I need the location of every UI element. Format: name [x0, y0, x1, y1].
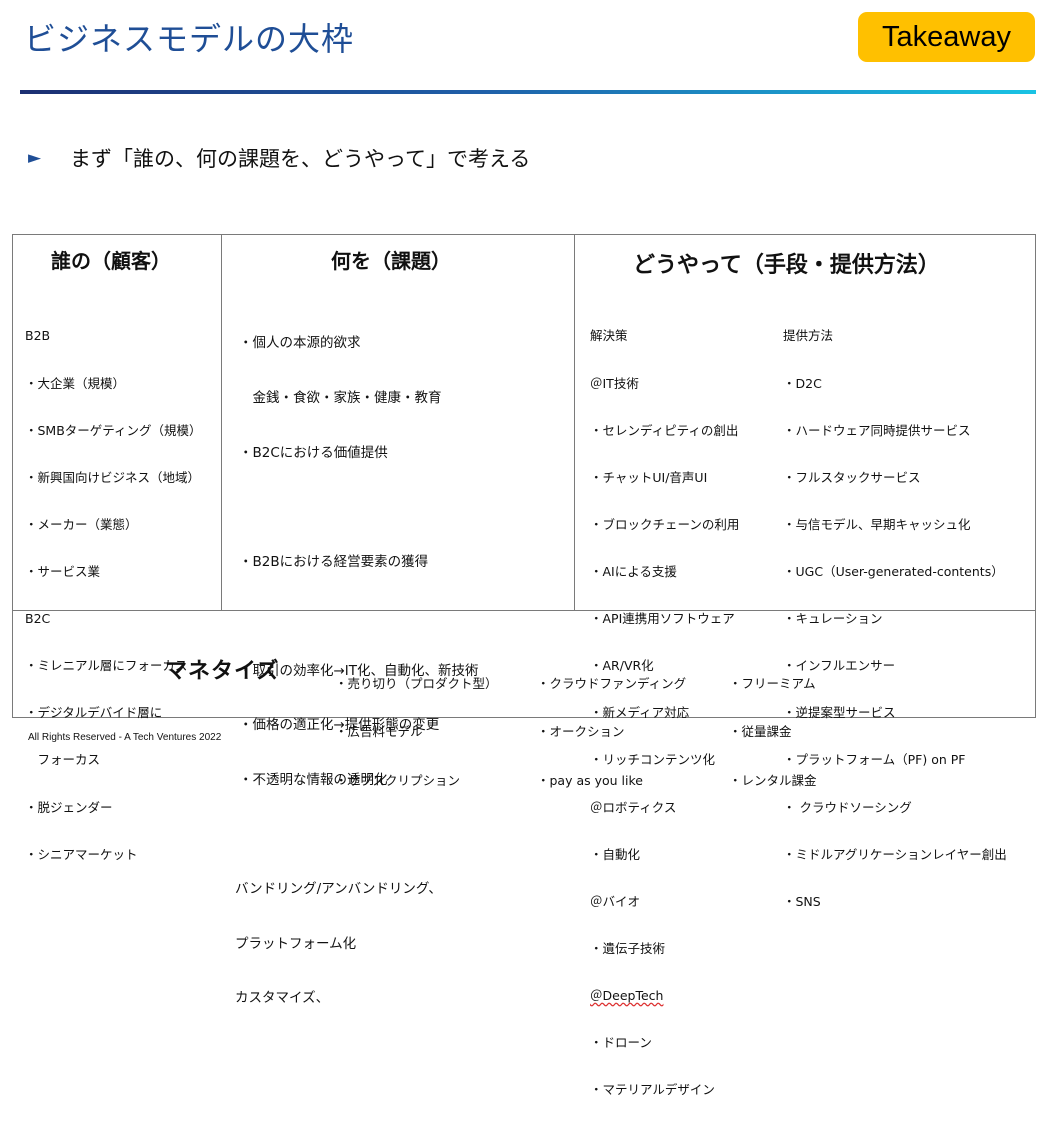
title-divider [20, 90, 1036, 94]
list-item: ・広告料モデル [335, 724, 423, 740]
list-item: カスタマイズ、 [235, 990, 330, 1007]
list-item: 金銭・食欲・家族・健康・教育 [239, 390, 442, 407]
list-item: ・遺伝子技術 [590, 940, 666, 956]
list-item: ・SNS [783, 893, 821, 909]
list-item: ・自動化 [590, 846, 641, 862]
list-item: ・個人の本源的欲求 [239, 335, 361, 352]
how-header: どうやって（手段・提供方法） [633, 253, 940, 278]
list-item: ・与信モデル、早期キャッシュ化 [783, 516, 971, 532]
list-item: ・脱ジェンダー [25, 799, 113, 815]
list-item: ・B2Cにおける価値提供 [239, 444, 388, 461]
list-item: ・UGC（User-generated-contents） [783, 563, 1004, 579]
list-item: B2C [25, 611, 51, 627]
list-item: ・レンタル課金 [729, 773, 817, 789]
monetize-list-1: ・売り切り（プロダクト型） ・広告料モデル ・サブスクリプション [335, 643, 498, 822]
list-item: ・キュレーション [783, 611, 883, 627]
list-item: ＠バイオ [590, 893, 641, 909]
list-item: ・メーカー（業態） [25, 516, 138, 532]
who-list: B2B ・大企業（規模） ・SMBターゲティング（規模） ・新興国向けビジネス（… [25, 297, 202, 894]
who-header: 誰の（顧客） [51, 249, 171, 273]
column-divider-2 [574, 235, 575, 610]
list-item: ・D2C [783, 375, 822, 391]
list-item: ・デジタルデバイド層に [25, 705, 163, 721]
list-item: ・大企業（規模） [25, 375, 126, 391]
monetize-list-3: ・フリーミアム ・従量課金 ・レンタル課金 [729, 643, 817, 822]
methods-list: 提供方法 ・D2C ・ハードウェア同時提供サービス ・フルスタックサービス ・与… [783, 297, 1007, 941]
list-item: ・シニアマーケット [25, 846, 138, 862]
list-item: ・B2Bにおける経営要素の獲得 [239, 553, 429, 570]
list-item: 提供方法 [783, 328, 834, 344]
list-item: ・サービス業 [25, 563, 101, 579]
list-item: ・新興国向けビジネス（地域） [25, 469, 201, 485]
list-item: ・ブロックチェーンの利用 [590, 516, 740, 532]
list-item: ・売り切り（プロダクト型） [335, 675, 498, 691]
what-header: 何を（課題） [331, 249, 451, 273]
list-item: プラットフォーム化 [235, 935, 357, 952]
list-item: ・プラットフォーム（PF) on PF [783, 752, 966, 768]
monetize-header: マネタイズ [165, 659, 280, 684]
list-item: ・SMBターゲティング（規模） [25, 422, 202, 438]
deeptech-label: ＠DeepTech [590, 987, 664, 1003]
list-item: ・AIによる支援 [590, 563, 677, 579]
list-item: ・pay as you like [537, 773, 643, 789]
column-divider-1 [221, 235, 222, 610]
list-item: ・サブスクリプション [335, 773, 461, 789]
list-item: 解決策 [590, 328, 628, 344]
list-item: ・チャットUI/音声UI [590, 469, 708, 485]
page-title: ビジネスモデルの大枠 [24, 20, 355, 58]
lead-statement: ► まず「誰の、何の課題を、どうやって」で考える [28, 143, 530, 173]
list-item: ・フリーミアム [729, 675, 816, 691]
lead-text: まず「誰の、何の課題を、どうやって」で考える [70, 147, 531, 171]
list-item: ・ミドルアグリケーションレイヤー創出 [783, 846, 1007, 862]
list-item: ・ クラウドソーシング [783, 799, 912, 815]
list-item: ・フルスタックサービス [783, 469, 921, 485]
list-item: ・ドローン [590, 1035, 652, 1051]
triangle-bullet-icon: ► [28, 148, 42, 168]
list-item: ・クラウドファンディング [537, 675, 687, 691]
list-item: ・ハードウェア同時提供サービス [783, 422, 971, 438]
list-item: B2B [25, 328, 51, 344]
list-item: ・オークション [537, 724, 625, 740]
list-item: ・API連携用ソフトウェア [590, 611, 735, 627]
copyright-footer: All Rights Reserved - A Tech Ventures 20… [28, 732, 222, 743]
business-model-table: 誰の（顧客） B2B ・大企業（規模） ・SMBターゲティング（規模） ・新興国… [12, 234, 1036, 1097]
list-item: ・セレンディピティの創出 [590, 422, 739, 438]
list-item: ・逆提案型サービス [783, 705, 896, 721]
takeaway-badge: Takeaway [858, 12, 1035, 62]
list-item: ・インフルエンサー [783, 658, 896, 674]
list-item: ・従量課金 [729, 724, 792, 740]
list-item: ・マテリアルデザイン [590, 1082, 715, 1098]
list-item: フォーカス [25, 752, 101, 768]
monetize-list-2: ・クラウドファンディング ・オークション ・pay as you like [537, 643, 686, 822]
list-item: バンドリング/アンバンドリング、 [235, 880, 442, 897]
list-item: ＠IT技術 [590, 375, 639, 391]
